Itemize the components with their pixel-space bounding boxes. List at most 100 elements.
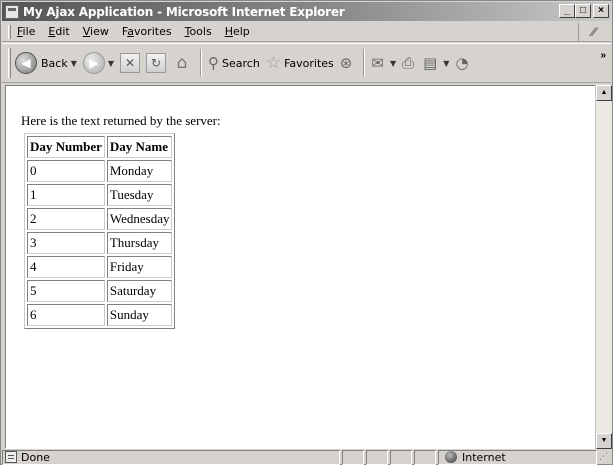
home-icon: ⌂ — [176, 53, 188, 73]
refresh-icon: ↻ — [146, 53, 167, 73]
day-name-cell: Saturday — [106, 280, 173, 302]
menu-help-accel: H — [224, 25, 233, 38]
menu-help-label: elp — [232, 25, 250, 38]
day-name-cell: Thursday — [106, 232, 173, 254]
toolbar-grip[interactable] — [8, 48, 11, 78]
stop-button[interactable]: ✕ — [120, 53, 141, 73]
day-number-cell: 3 — [27, 232, 105, 254]
edit-button[interactable]: ▤ ▼ — [423, 54, 449, 72]
refresh-button[interactable]: ↻ — [146, 53, 167, 73]
back-arrow-icon: ◀ — [15, 52, 37, 74]
resize-grip-icon[interactable]: ⋰ — [599, 450, 611, 465]
windows-logo-icon: ⁄⁄ — [591, 25, 596, 39]
menu-favorites-accel: a — [127, 25, 134, 38]
search-button[interactable]: ⚲ Search — [208, 54, 260, 72]
messenger-icon: ◔ — [455, 54, 469, 72]
menu-tools[interactable]: Tools — [185, 25, 212, 38]
status-text: Done — [21, 450, 50, 464]
column-header-day-number: Day Number — [27, 136, 105, 158]
days-table: Day Number Day Name 0 Monday 1 Tuesday 2 — [24, 133, 176, 329]
history-icon: ⊛ — [339, 54, 353, 72]
menu-file-label: ile — [22, 25, 36, 38]
table-header-row: Day Number Day Name — [27, 136, 173, 158]
day-number-cell: 4 — [27, 256, 105, 278]
table-row: 0 Monday — [27, 160, 173, 182]
home-button[interactable]: ⌂ — [172, 53, 192, 73]
print-button[interactable]: ⎙ — [402, 54, 417, 72]
messenger-button[interactable]: ◔ — [455, 54, 471, 72]
back-button[interactable]: ◀ Back ▼ — [15, 52, 77, 74]
menu-help[interactable]: Help — [225, 25, 250, 38]
table-row: 4 Friday — [27, 256, 173, 278]
day-name-cell: Tuesday — [106, 184, 173, 206]
menu-edit-label: dit — [55, 25, 70, 38]
security-zone-pane[interactable]: Internet — [438, 449, 597, 465]
ie-window-icon[interactable] — [5, 4, 19, 19]
window-title: My Ajax Application - Microsoft Internet… — [23, 4, 345, 19]
day-number-cell: 2 — [27, 208, 105, 230]
menu-tools-label: ools — [189, 25, 212, 38]
scroll-down-arrow-icon[interactable]: ▼ — [596, 433, 612, 449]
menu-bar: File Edit View Favorites Tools Help ⁄⁄ — [2, 22, 611, 42]
day-number-cell: 6 — [27, 304, 105, 326]
print-icon: ⎙ — [402, 54, 415, 72]
toolbar-separator — [200, 49, 203, 77]
close-button[interactable]: × — [593, 4, 609, 18]
title-bar[interactable]: My Ajax Application - Microsoft Internet… — [2, 2, 611, 21]
table-row: 1 Tuesday — [27, 184, 173, 206]
history-button[interactable]: ⊛ — [340, 54, 356, 72]
day-name-cell: Sunday — [106, 304, 173, 326]
window-controls: _ □ × — [559, 4, 609, 18]
standard-toolbar: ◀ Back ▼ ▶ ▼ ✕ ↻ ⌂ ⚲ Search ☆ Favorites … — [2, 43, 611, 83]
day-number-cell: 1 — [27, 184, 105, 206]
forward-dropdown-icon[interactable]: ▼ — [108, 59, 114, 68]
search-icon: ⚲ — [208, 54, 220, 72]
status-pane — [414, 449, 436, 465]
scroll-up-arrow-icon[interactable]: ▲ — [596, 85, 612, 101]
minimize-button[interactable]: _ — [559, 4, 575, 18]
page-done-icon — [5, 451, 17, 463]
forward-button[interactable]: ▶ ▼ — [82, 52, 114, 74]
menu-view[interactable]: View — [83, 25, 109, 38]
favorites-label: Favorites — [284, 56, 334, 70]
day-name-cell: Friday — [106, 256, 173, 278]
maximize-button[interactable]: □ — [575, 4, 591, 18]
toolbar-separator-2 — [363, 49, 366, 77]
back-dropdown-icon[interactable]: ▼ — [71, 59, 77, 68]
status-pane — [390, 449, 412, 465]
edit-dropdown-icon[interactable]: ▼ — [443, 59, 449, 68]
table-row: 6 Sunday — [27, 304, 173, 326]
menu-favorites[interactable]: Favorites — [122, 25, 172, 38]
favorites-button[interactable]: ☆ Favorites — [266, 53, 334, 73]
menu-grip[interactable] — [8, 24, 11, 39]
vertical-scrollbar[interactable]: ▲ ▼ — [595, 85, 612, 449]
mail-dropdown-icon[interactable]: ▼ — [390, 59, 396, 68]
windows-logo-throbber: ⁄⁄ — [578, 23, 608, 41]
mail-button[interactable]: ✉ ▼ — [371, 54, 396, 72]
toolbar-overflow-chevron-icon[interactable]: » — [600, 50, 606, 61]
menu-edit[interactable]: Edit — [48, 25, 69, 38]
table-row: 2 Wednesday — [27, 208, 173, 230]
stop-icon: ✕ — [120, 53, 141, 73]
status-pane — [342, 449, 364, 465]
server-response-intro: Here is the text returned by the server: — [21, 113, 221, 128]
day-number-cell: 5 — [27, 280, 105, 302]
menu-file[interactable]: File — [17, 25, 35, 38]
browser-window: My Ajax Application - Microsoft Internet… — [0, 0, 613, 465]
column-header-day-name: Day Name — [106, 136, 173, 158]
security-zone-label: Internet — [462, 450, 506, 464]
edit-page-icon: ▤ — [423, 54, 438, 72]
internet-globe-icon — [445, 451, 457, 463]
forward-arrow-icon: ▶ — [82, 52, 105, 74]
day-number-cell: 0 — [27, 160, 105, 182]
menu-view-accel: V — [82, 25, 91, 38]
page-content: Here is the text returned by the server:… — [8, 88, 598, 448]
status-pane — [366, 449, 388, 465]
mail-icon: ✉ — [371, 54, 384, 72]
favorites-star-icon: ☆ — [265, 53, 282, 73]
day-name-cell: Monday — [106, 160, 173, 182]
search-label: Search — [222, 56, 260, 70]
table-row: 3 Thursday — [27, 232, 173, 254]
menu-view-label: iew — [90, 25, 109, 38]
day-name-cell: Wednesday — [106, 208, 173, 230]
